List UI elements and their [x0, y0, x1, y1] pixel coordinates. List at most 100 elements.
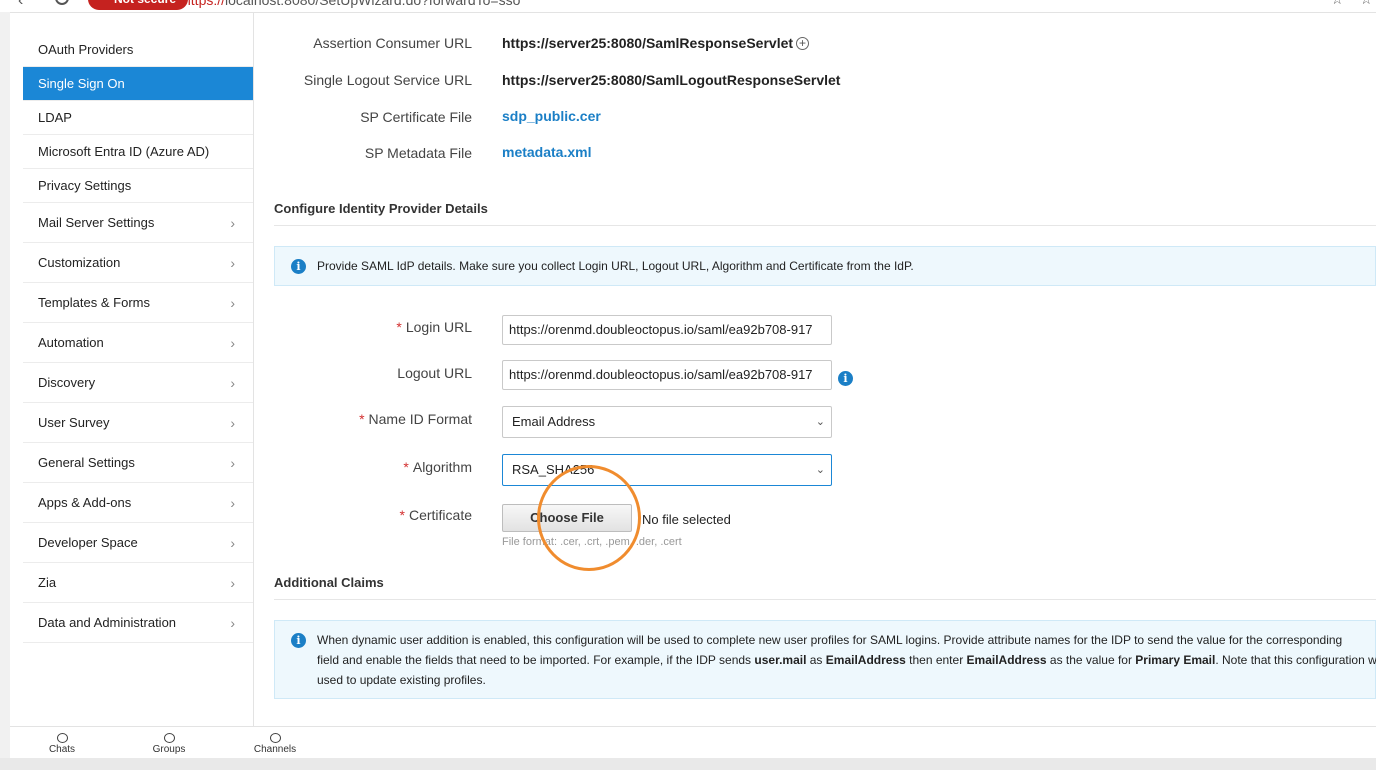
sidebar-item-zia[interactable]: Zia ›: [23, 563, 253, 603]
sidebar-item-partial: [23, 13, 253, 33]
chevron-right-icon: ›: [230, 615, 235, 631]
claims-bold: Primary Email: [1135, 653, 1216, 667]
address-bar[interactable]: https://localhost:8080/SetUpWizard.do?fo…: [183, 0, 520, 8]
sidebar-item-single-sign-on[interactable]: Single Sign On: [23, 67, 253, 101]
acs-value: https://server25:8080/SamlResponseServle…: [502, 35, 794, 51]
groups-label: Groups: [152, 744, 186, 755]
channels-label: Channels: [253, 744, 297, 755]
sidebar-item-label: Single Sign On: [38, 76, 125, 91]
groups-icon: [163, 733, 175, 743]
logout-url-input[interactable]: https://orenmd.doubleoctopus.io/saml/ea9…: [502, 360, 832, 390]
app-window: OAuth Providers Single Sign On LDAP Microso…: [10, 12, 1376, 727]
chevron-down-icon: ⌄: [815, 416, 825, 428]
groups-button[interactable]: Groups: [139, 733, 199, 755]
browser-toolbar: ‹ Not secure https://localhost:8080/SetU…: [0, 0, 1376, 12]
reload-icon[interactable]: [55, 0, 69, 5]
claims-info-box: i When dynamic user addition is enabled,…: [274, 620, 1376, 699]
add-circle-icon[interactable]: +: [796, 37, 809, 50]
sidebar-item-customization[interactable]: Customization ›: [23, 243, 253, 283]
sp-certificate-link[interactable]: sdp_public.cer: [502, 108, 601, 124]
sidebar-item-mail-server-settings[interactable]: Mail Server Settings ›: [23, 203, 253, 243]
logout-url-label: Logout URL: [397, 365, 472, 381]
certificate-label-text: Certificate: [408, 507, 472, 523]
name-id-format-value: Email Address: [512, 414, 596, 429]
choose-file-button[interactable]: Choose File: [502, 504, 632, 532]
claims-bold: EmailAddress: [825, 653, 906, 667]
chats-label: Chats: [48, 744, 76, 755]
chat-bubble-icon: [56, 733, 68, 743]
sidebar-item-label: Apps & Add-ons: [38, 495, 132, 510]
algorithm-label-text: Algorithm: [412, 459, 472, 475]
chats-button[interactable]: Chats: [32, 733, 92, 755]
sidebar-item-label: Discovery: [38, 375, 96, 390]
channels-button[interactable]: Channels: [245, 733, 305, 755]
name-id-format-select[interactable]: Email Address ⌄: [502, 406, 832, 438]
chevron-down-icon: ⌄: [815, 464, 825, 476]
claims-text: . Note that this configuration will not …: [1215, 653, 1376, 667]
claims-text: as the value for: [1046, 653, 1136, 667]
sidebar-item-label: Privacy Settings: [38, 178, 132, 193]
sp-certificate-label: SP Certificate File: [360, 109, 472, 125]
not-secure-badge[interactable]: Not secure: [88, 0, 189, 10]
algorithm-select[interactable]: RSA_SHA256 ⌄: [502, 454, 832, 486]
sp-metadata-link[interactable]: metadata.xml: [502, 144, 591, 160]
sidebar-item-developer-space[interactable]: Developer Space ›: [23, 523, 253, 563]
sidebar-item-label: User Survey: [38, 415, 110, 430]
chevron-right-icon: ›: [230, 295, 235, 311]
sidebar-item-label: Customization: [38, 255, 121, 270]
sidebar-item-templates-forms[interactable]: Templates & Forms ›: [23, 283, 253, 323]
chevron-right-icon: ›: [230, 415, 235, 431]
sidebar-item-label: Templates & Forms: [38, 295, 150, 310]
info-icon: i: [291, 633, 306, 648]
sidebar-item-label: Developer Space: [38, 535, 138, 550]
settings-sidebar: OAuth Providers Single Sign On LDAP Microso…: [10, 13, 254, 727]
sidebar-item-general-settings[interactable]: General Settings ›: [23, 443, 253, 483]
main-content: Assertion Consumer URL https://server25:…: [254, 13, 1376, 727]
name-id-format-label: * Name ID Format: [254, 411, 472, 427]
chevron-right-icon: ›: [230, 455, 235, 471]
algorithm-label: * Algorithm: [254, 459, 472, 475]
claims-bold: user.mail: [754, 653, 807, 667]
section-divider: [274, 225, 1376, 226]
sidebar-item-apps-add-ons[interactable]: Apps & Add-ons ›: [23, 483, 253, 523]
bookmark-star-icon[interactable]: ☆: [1331, 0, 1344, 8]
sidebar-item-user-survey[interactable]: User Survey ›: [23, 403, 253, 443]
file-format-hint: File format: .cer, .crt, .pem, .der, .ce…: [502, 536, 682, 548]
sidebar-list: OAuth Providers Single Sign On LDAP Microso…: [23, 13, 253, 643]
sidebar-item-automation[interactable]: Automation ›: [23, 323, 253, 363]
sidebar-item-ldap[interactable]: LDAP: [23, 101, 253, 135]
info-icon[interactable]: i: [838, 371, 853, 386]
sidebar-item-microsoft-entra-id-azure-ad[interactable]: Microsoft Entra ID (Azure AD): [23, 135, 253, 169]
chevron-right-icon: ›: [230, 215, 235, 231]
slo-label: Single Logout Service URL: [303, 72, 472, 88]
sidebar-item-privacy-settings[interactable]: Privacy Settings: [23, 169, 253, 203]
login-url-label: * Login URL: [254, 319, 472, 335]
claims-text: as: [806, 653, 826, 667]
favorites-icon[interactable]: ☆: [1360, 0, 1373, 8]
chevron-right-icon: ›: [230, 535, 235, 551]
idp-info-box: i Provide SAML IdP details. Make sure yo…: [274, 246, 1376, 286]
idp-info-text: Provide SAML IdP details. Make sure you …: [317, 259, 914, 273]
bottom-chat-bar: Chats Groups Channels: [10, 726, 1376, 758]
sidebar-item-label: Microsoft Entra ID (Azure AD): [38, 144, 210, 159]
login-url-input[interactable]: https://orenmd.doubleoctopus.io/saml/ea9…: [502, 315, 832, 345]
sidebar-item-data-and-administration[interactable]: Data and Administration ›: [23, 603, 253, 643]
sidebar-item-label: Data and Administration: [38, 615, 177, 630]
taskbar-strip: [0, 758, 1376, 770]
claims-info-line-2: field and enable the fields that need to…: [317, 650, 1376, 670]
claims-text: then enter: [905, 653, 967, 667]
sp-metadata-label: SP Metadata File: [364, 145, 472, 161]
sidebar-item-oauth-providers[interactable]: OAuth Providers: [23, 33, 253, 67]
algorithm-value: RSA_SHA256: [512, 462, 595, 477]
idp-section-title: Configure Identity Provider Details: [274, 201, 488, 216]
certificate-label: * Certificate: [254, 507, 472, 523]
claims-text: field and enable the fields that need to…: [317, 653, 755, 667]
back-arrow-icon[interactable]: ‹: [18, 0, 23, 10]
section-divider: [274, 599, 1376, 600]
channels-icon: [269, 733, 281, 743]
name-id-format-label-text: Name ID Format: [368, 411, 472, 427]
acs-label: Assertion Consumer URL: [313, 35, 472, 51]
sidebar-item-discovery[interactable]: Discovery ›: [23, 363, 253, 403]
file-status: No file selected: [642, 512, 731, 527]
required-asterisk: *: [396, 319, 402, 335]
